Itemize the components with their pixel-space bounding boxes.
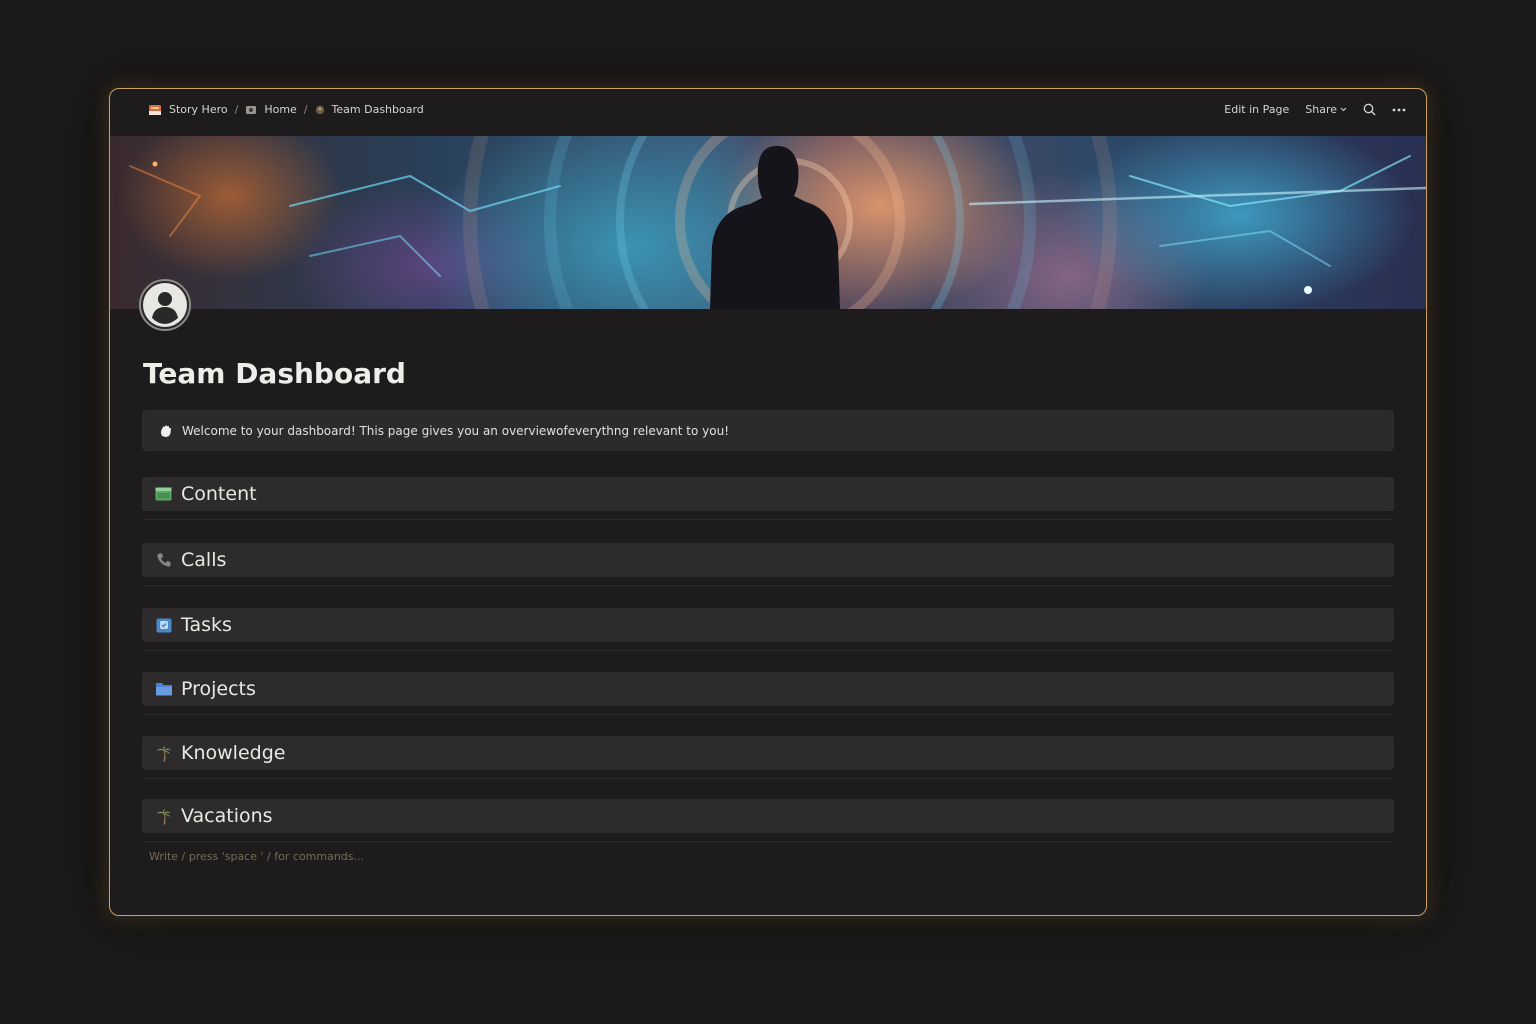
editor-placeholder[interactable]: Write / press 'space ' / for commands... [149,850,364,863]
chevron-down-icon [1340,107,1347,112]
tasks-icon [154,616,173,635]
home-icon [245,104,257,116]
section-label: Content [181,483,257,505]
breadcrumb-item-team-dashboard[interactable]: Team Dashboard [315,103,424,116]
section-label: Tasks [181,614,232,636]
breadcrumb-separator: / [234,103,239,116]
callout: Welcome to your dashboard! This page giv… [142,410,1394,451]
share-label: Share [1305,103,1337,116]
team-dashboard-icon [315,105,325,115]
folder-icon [154,680,173,699]
section-label: Knowledge [181,742,286,764]
app-window: Story Hero / Home / Team Dashboard Edit … [109,88,1427,916]
share-button[interactable]: Share [1305,103,1347,116]
section-vacations[interactable]: Vacations [142,799,1394,842]
breadcrumb-item-story-hero[interactable]: Story Hero [148,103,228,116]
section-label: Calls [181,549,227,571]
section-tasks[interactable]: Tasks [142,608,1394,651]
breadcrumb-label: Team Dashboard [331,103,424,116]
avatar[interactable] [139,279,191,331]
top-bar: Story Hero / Home / Team Dashboard Edit … [110,89,1426,135]
breadcrumb-separator: / [303,103,308,116]
section-label: Projects [181,678,256,700]
callout-text: Welcome to your dashboard! This page giv… [182,423,730,438]
breadcrumb-label: Story Hero [169,103,228,116]
more-options-icon[interactable] [1392,108,1406,112]
search-icon[interactable] [1363,103,1376,116]
section-knowledge[interactable]: Knowledge [142,736,1394,779]
breadcrumb: Story Hero / Home / Team Dashboard [148,103,424,116]
breadcrumb-item-home[interactable]: Home [245,103,297,116]
section-calls[interactable]: Calls [142,543,1394,586]
palm-tree-icon [154,744,173,763]
content-icon [154,485,173,504]
page-title: Team Dashboard [143,357,406,390]
top-actions: Edit in Page Share [1224,103,1406,116]
section-content[interactable]: Content [142,477,1394,520]
story-hero-icon [148,104,162,116]
cover-image [110,136,1426,309]
edit-in-page-button[interactable]: Edit in Page [1224,103,1289,116]
section-label: Vacations [181,805,273,827]
wave-hand-icon [159,424,173,438]
section-projects[interactable]: Projects [142,672,1394,715]
breadcrumb-label: Home [264,103,297,116]
phone-icon [154,551,173,570]
palm-tree-icon [154,807,173,826]
